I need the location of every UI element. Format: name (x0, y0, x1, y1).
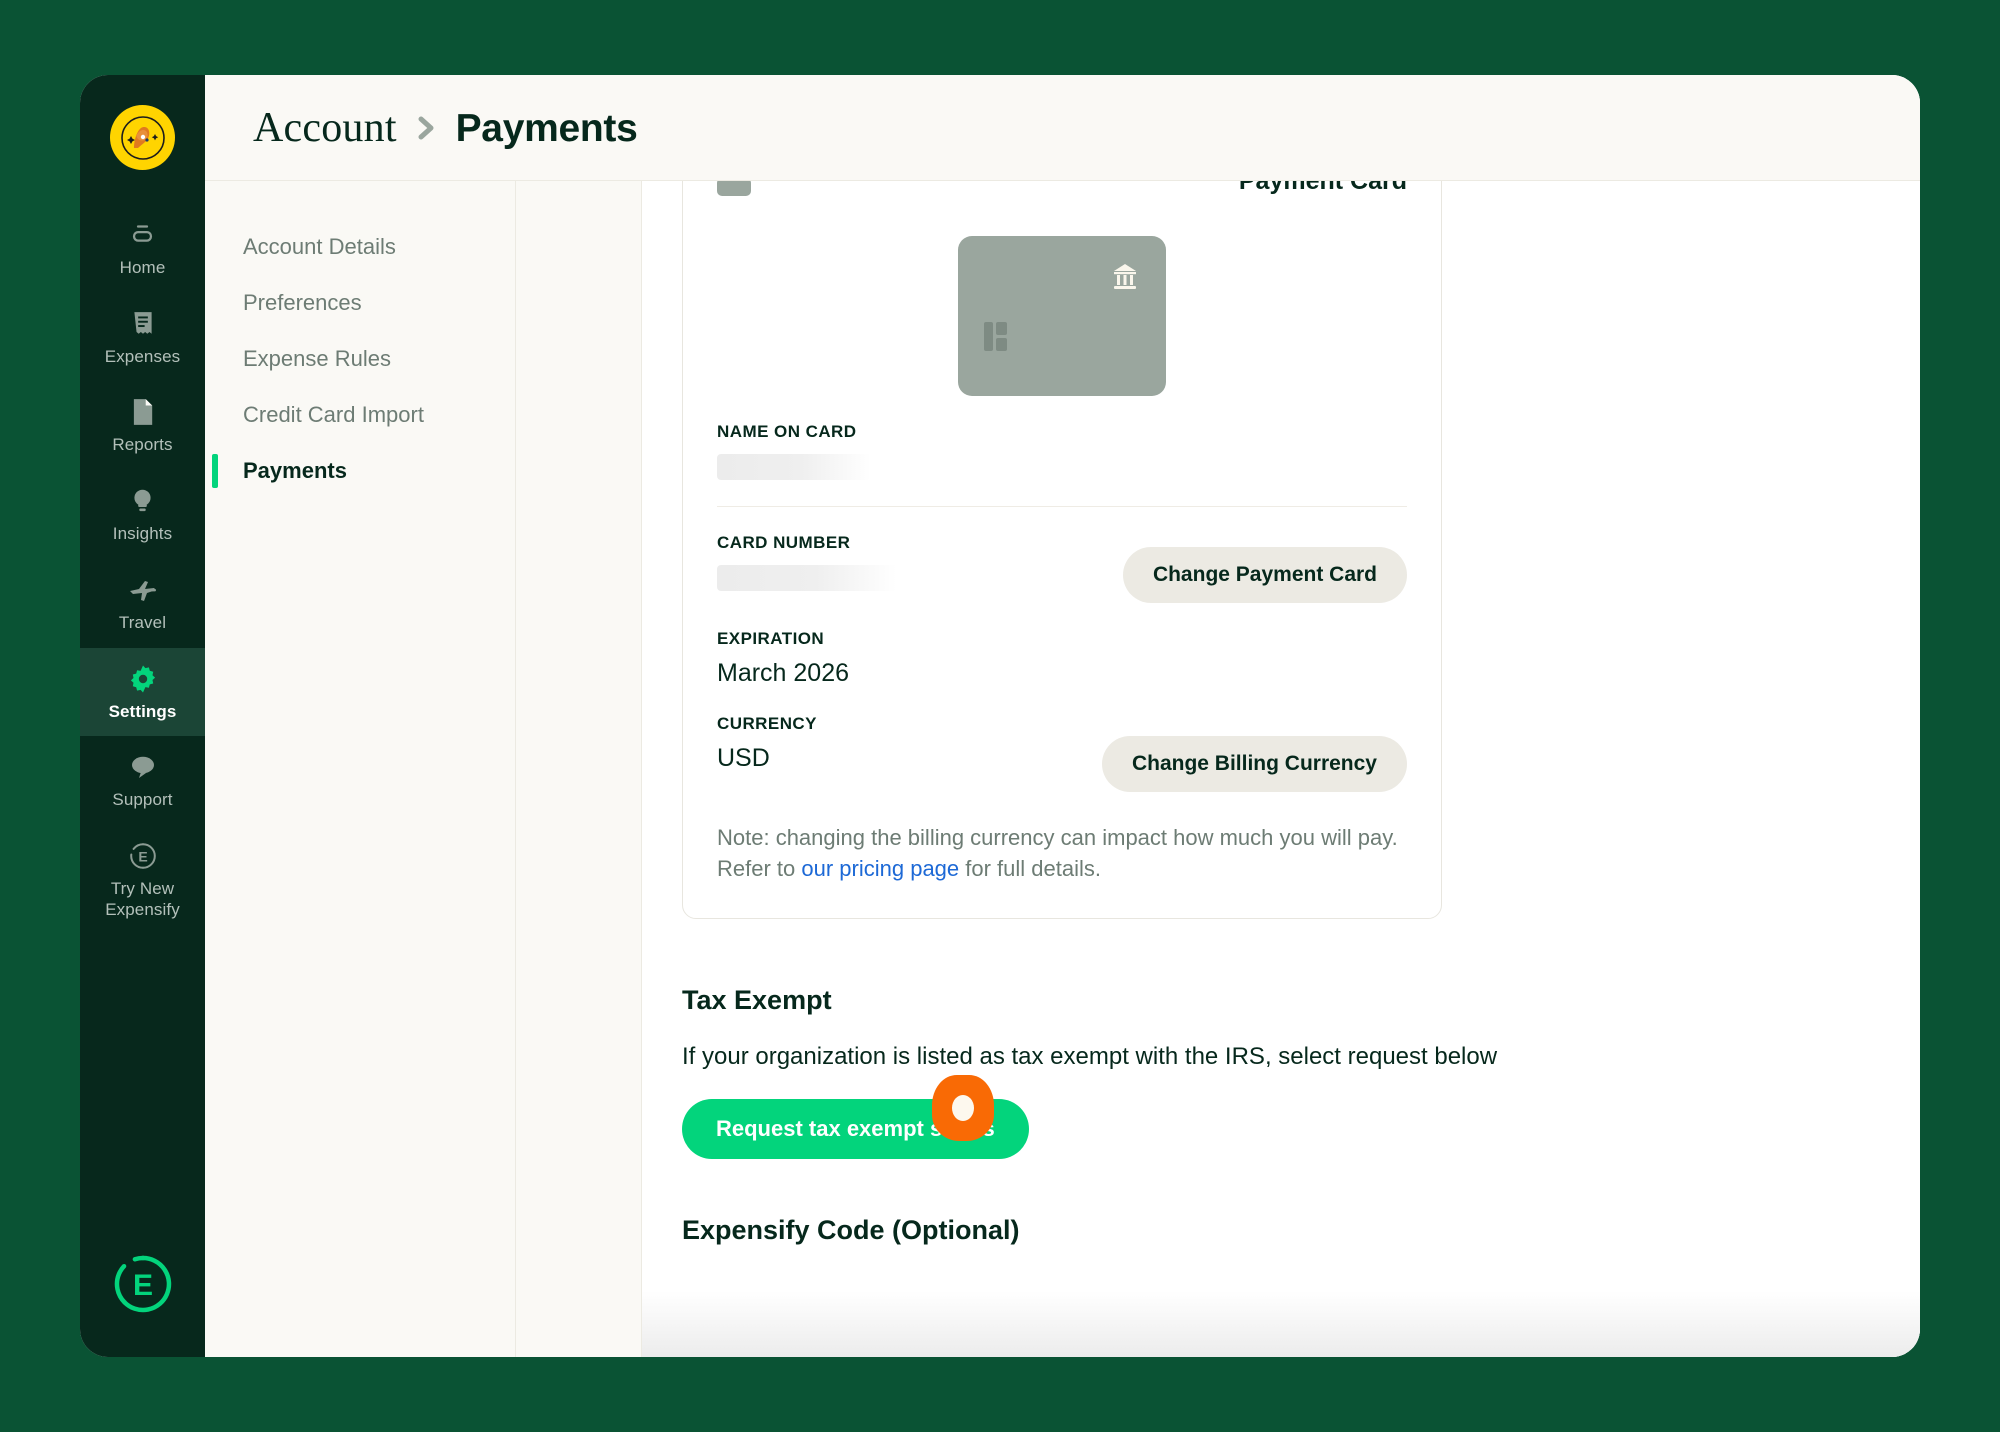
currency-row: CURRENCY USD Change Billing Currency (717, 688, 1407, 792)
airplane-icon (128, 575, 158, 605)
currency-field: CURRENCY USD (717, 714, 817, 773)
pricing-page-link[interactable]: our pricing page (801, 856, 959, 881)
payment-card-panel-header: Payment Card (717, 181, 1407, 198)
sidebar-item-label: Insights (112, 524, 173, 544)
bank-institution-icon (1110, 262, 1140, 297)
sidebar-item-label: Settings (108, 701, 177, 721)
expensify-code-title: Expensify Code (Optional) (682, 1215, 1020, 1246)
subnav-item-preferences[interactable]: Preferences (205, 275, 515, 331)
breadcrumb-root[interactable]: Account (253, 105, 397, 151)
billing-currency-note: Note: changing the billing currency can … (717, 822, 1407, 884)
sidebar-item-label: Travel (118, 612, 167, 632)
name-on-card-label: NAME ON CARD (717, 422, 857, 441)
expiration-label: EXPIRATION (717, 629, 825, 648)
sidebar-item-home[interactable]: Home (80, 204, 205, 293)
card-number-field: CARD NUMBER (717, 533, 897, 591)
card-chip-icon (984, 322, 1007, 351)
subnav-item-account-details[interactable]: Account Details (205, 219, 515, 275)
lightbulb-icon (130, 486, 155, 516)
content-pane: Payment Card NAME ON CARD CARD NUMBER Ch… (642, 181, 1920, 1357)
change-payment-card-button[interactable]: Change Payment Card (1122, 547, 1407, 603)
currency-value: USD (717, 744, 770, 772)
tax-exempt-description: If your organization is listed as tax ex… (682, 1043, 1498, 1071)
card-number-row: CARD NUMBER Change Payment Card (717, 507, 1407, 603)
name-on-card-value-redacted (717, 454, 871, 480)
home-icon (129, 220, 156, 250)
expensify-logo-icon: E (114, 1255, 171, 1313)
subnav-divider-column (515, 181, 642, 1357)
user-avatar-icon (120, 115, 165, 160)
expensify-e-icon: E (129, 841, 157, 871)
card-number-value-redacted (717, 565, 897, 591)
click-cursor-marker (932, 1075, 994, 1142)
change-billing-currency-button[interactable]: Change Billing Currency (1101, 736, 1407, 792)
change-payment-card-wrap: Change Payment Card (1122, 547, 1407, 603)
credit-card-artwork (958, 236, 1166, 396)
subnav-item-credit-card-import[interactable]: Credit Card Import (205, 387, 515, 443)
change-billing-currency-wrap: Change Billing Currency (1101, 736, 1407, 792)
expiration-value: March 2026 (717, 659, 850, 687)
breadcrumb: Account Payments (253, 104, 638, 152)
sidebar-item-travel[interactable]: Travel (80, 559, 205, 648)
sidebar-item-label: Try New Expensify (105, 879, 180, 919)
body-row: Account Details Preferences Expense Rule… (205, 181, 1920, 1357)
expiration-field: EXPIRATION March 2026 (717, 603, 1407, 688)
payment-card-panel: Payment Card NAME ON CARD CARD NUMBER Ch… (682, 181, 1442, 920)
content-bottom-fade (642, 1291, 1920, 1357)
tax-exempt-section: Tax Exempt If your organization is liste… (682, 985, 1582, 1160)
receipt-icon (130, 309, 156, 339)
sidebar-item-label: Expenses (104, 346, 181, 366)
subnav-item-expense-rules[interactable]: Expense Rules (205, 331, 515, 387)
sidebar-item-try-new-expensify[interactable]: E Try New Expensify (80, 825, 205, 934)
sidebar-item-settings[interactable]: Settings (80, 647, 205, 737)
cursor-inner-dot (952, 1095, 974, 1122)
payment-card-title: Payment Card (1238, 181, 1407, 195)
sidebar-item-label: Home (119, 258, 166, 277)
card-brand-placeholder-icon (717, 181, 751, 196)
name-on-card-field: NAME ON CARD (717, 396, 1407, 480)
tax-exempt-cta-row: Request tax exempt status (682, 1075, 1582, 1160)
chat-bubble-icon (129, 752, 157, 782)
sidebar-item-expenses[interactable]: Expenses (80, 293, 205, 382)
sidebar-item-label: Reports (112, 435, 173, 455)
content-scroll-area: Payment Card NAME ON CARD CARD NUMBER Ch… (642, 181, 1860, 1246)
sidebar-item-reports[interactable]: Reports (80, 381, 205, 470)
svg-text:E: E (132, 1269, 152, 1302)
sidebar-item-insights[interactable]: Insights (80, 470, 205, 559)
sidebar-item-support[interactable]: Support (80, 736, 205, 825)
page-title: Payments (455, 106, 638, 150)
avatar[interactable] (110, 105, 175, 170)
card-number-label: CARD NUMBER (717, 533, 851, 552)
subnav-item-payments[interactable]: Payments (205, 443, 515, 499)
expensify-logo[interactable]: E (112, 1253, 174, 1315)
app-window: Home Expenses Reports Insights Travel Se… (80, 75, 1920, 1357)
chevron-right-icon (416, 115, 438, 141)
svg-text:E: E (138, 849, 147, 865)
tax-exempt-title: Tax Exempt (682, 985, 832, 1016)
settings-subnav: Account Details Preferences Expense Rule… (205, 181, 515, 1357)
document-icon (130, 397, 155, 427)
top-bar: Account Payments (205, 75, 1920, 181)
gear-icon (128, 664, 158, 694)
currency-label: CURRENCY (717, 714, 817, 733)
main-region: Account Payments Account Details Prefere… (205, 75, 1920, 1357)
note-text-after: for full details. (959, 856, 1101, 882)
primary-sidebar: Home Expenses Reports Insights Travel Se… (80, 75, 205, 1357)
sidebar-item-label: Support (112, 790, 173, 810)
